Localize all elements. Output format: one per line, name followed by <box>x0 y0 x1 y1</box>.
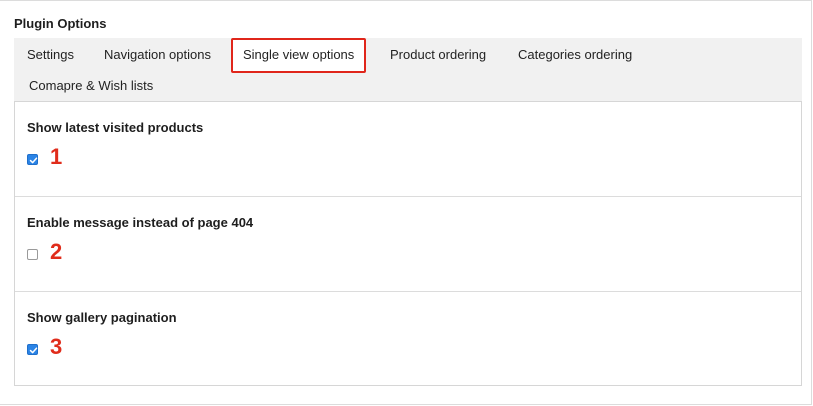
panel-title: Plugin Options <box>14 16 107 31</box>
option-label: Show gallery pagination <box>27 310 177 325</box>
gallery-pagination-checkbox[interactable] <box>27 344 38 355</box>
latest-visited-checkbox[interactable] <box>27 154 38 165</box>
options-panel: Show latest visited products 1 Enable me… <box>14 101 802 386</box>
option-label: Enable message instead of page 404 <box>27 215 254 230</box>
tab-bar: Settings Navigation options Single view … <box>14 38 802 101</box>
tab-product-ordering[interactable]: Product ordering <box>390 47 486 63</box>
option-latest-visited: Show latest visited products 1 <box>15 102 801 197</box>
option-gallery-pagination: Show gallery pagination 3 <box>15 292 801 387</box>
annotation-marker: 3 <box>50 334 63 359</box>
tab-categories-ordering[interactable]: Categories ordering <box>518 47 632 63</box>
option-label: Show latest visited products <box>27 120 204 135</box>
annotation-marker: 2 <box>50 239 63 264</box>
checkmark-icon <box>29 157 38 164</box>
option-page-404-message: Enable message instead of page 404 2 <box>15 197 801 292</box>
annotation-marker: 1 <box>50 144 63 169</box>
tab-single-view-options[interactable]: Single view options <box>231 38 367 73</box>
tab-navigation-options[interactable]: Navigation options <box>104 47 211 63</box>
page-404-message-checkbox[interactable] <box>27 249 38 260</box>
tab-settings[interactable]: Settings <box>27 47 74 63</box>
tab-compare-wish-lists[interactable]: Comapre & Wish lists <box>29 78 153 94</box>
checkmark-icon <box>29 347 38 354</box>
